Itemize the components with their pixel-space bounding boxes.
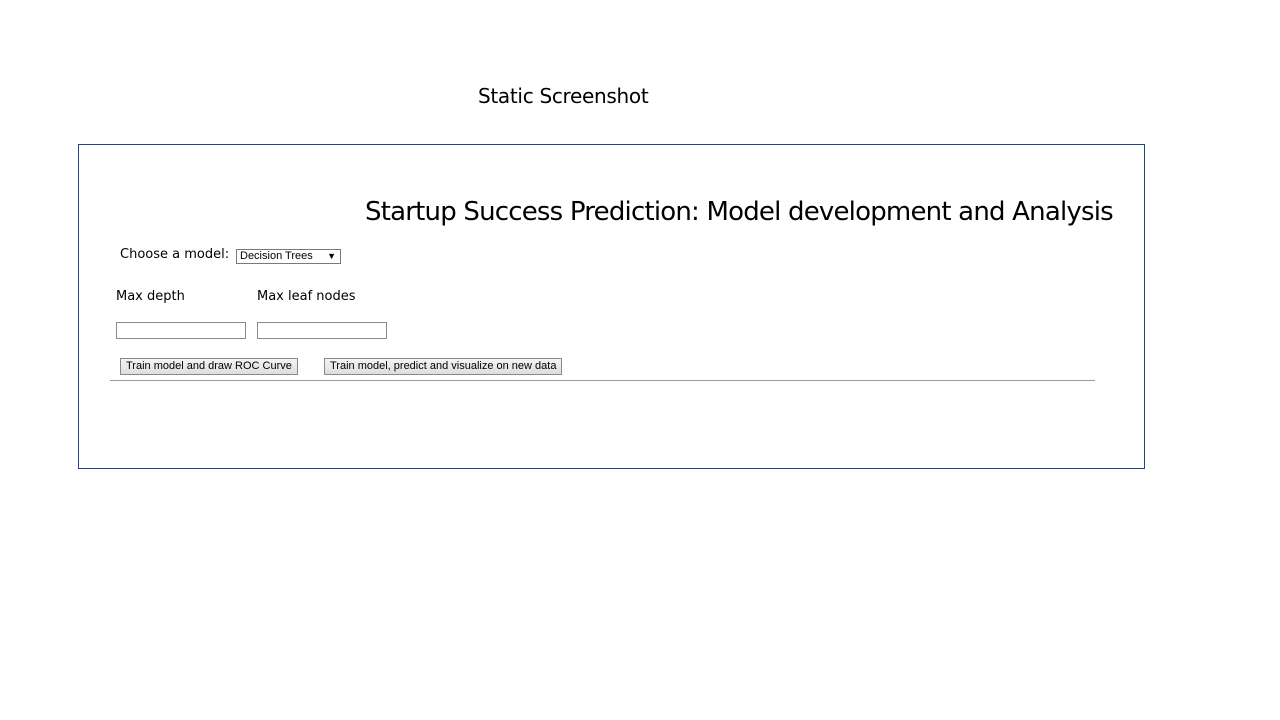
app-frame: Startup Success Prediction: Model develo… (78, 144, 1145, 469)
model-select[interactable]: Decision Trees ▼ (236, 249, 341, 264)
train-roc-button[interactable]: Train model and draw ROC Curve (120, 358, 298, 375)
page-title: Startup Success Prediction: Model develo… (365, 197, 1114, 227)
max-leaf-nodes-input[interactable] (257, 322, 387, 339)
max-depth-input[interactable] (116, 322, 246, 339)
model-select-label: Choose a model: (120, 247, 230, 262)
caret-down-icon: ▼ (327, 251, 336, 261)
train-predict-button[interactable]: Train model, predict and visualize on ne… (324, 358, 563, 375)
divider (110, 380, 1095, 381)
model-select-value: Decision Trees (240, 250, 313, 262)
slide: Static Screenshot Startup Success Predic… (0, 0, 1280, 720)
max-depth-label: Max depth (116, 289, 185, 304)
slide-caption: Static Screenshot (478, 84, 649, 108)
max-leaf-nodes-label: Max leaf nodes (257, 289, 356, 304)
